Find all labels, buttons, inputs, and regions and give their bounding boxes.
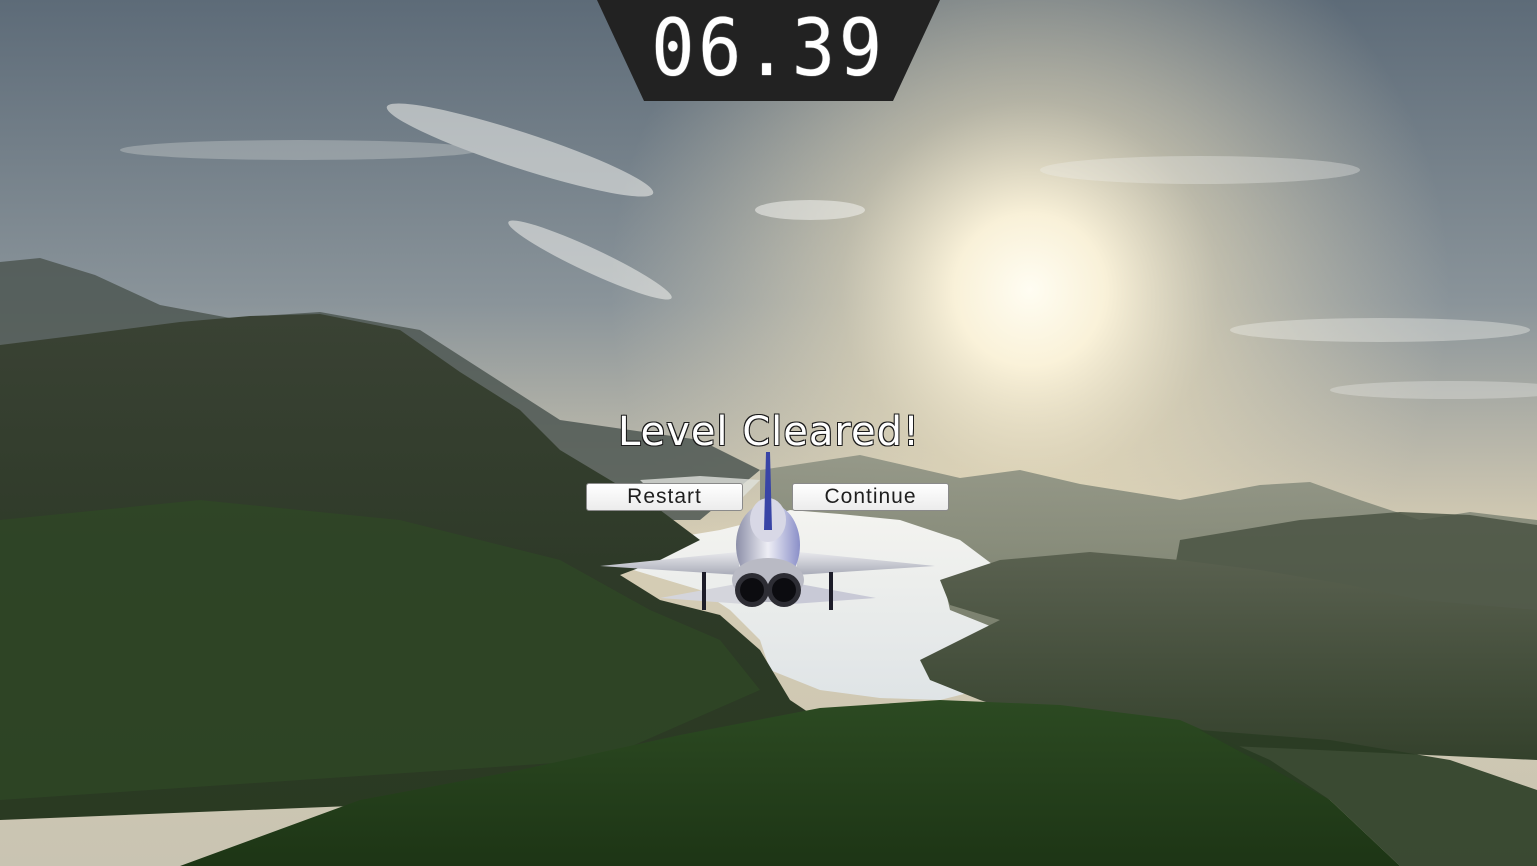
timer-panel: 06.39 [597, 0, 940, 101]
level-cleared-title: Level Cleared! [617, 408, 921, 456]
restart-button[interactable]: Restart [586, 483, 743, 511]
continue-button[interactable]: Continue [792, 483, 949, 511]
game-viewport: 06.39 Level Cleared! Restart Continue [0, 0, 1537, 866]
timer-display: 06.39 [651, 4, 886, 94]
